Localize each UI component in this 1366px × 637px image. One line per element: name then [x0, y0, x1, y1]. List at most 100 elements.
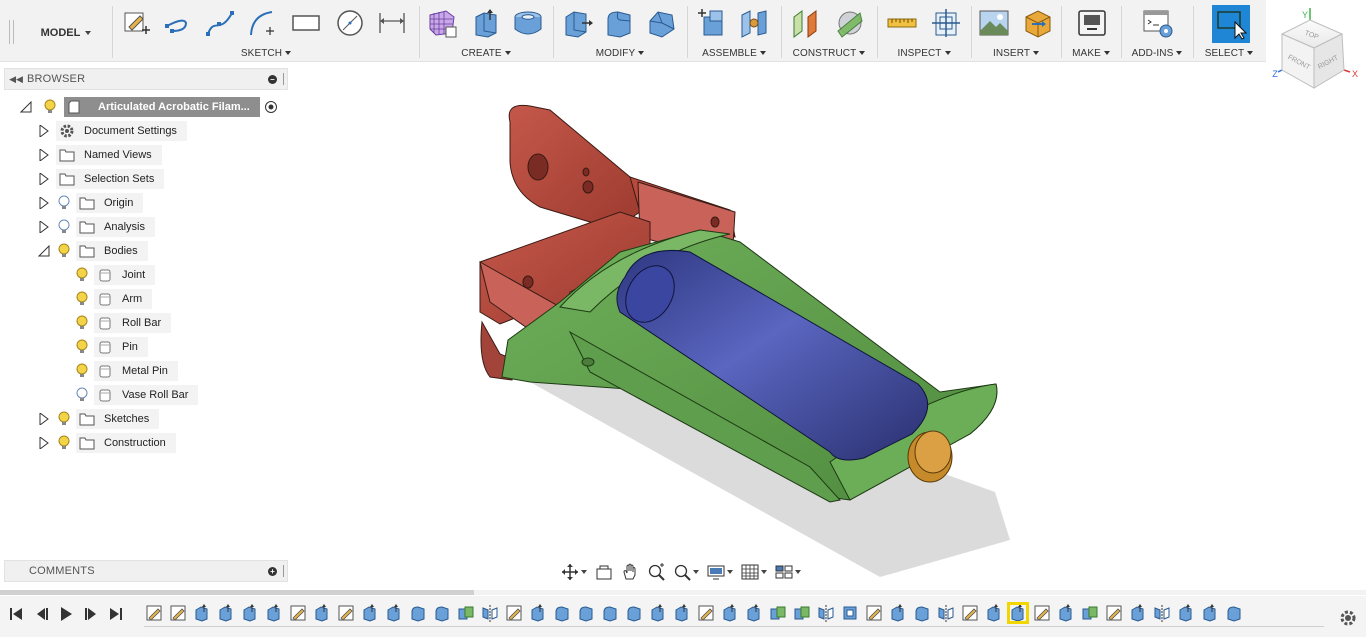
insert-image-icon[interactable]	[978, 6, 1010, 40]
scripts-addins-icon[interactable]	[1142, 6, 1174, 40]
timeline-settings-gear-icon[interactable]	[1338, 608, 1358, 628]
3d-print-icon[interactable]	[1076, 6, 1108, 40]
tree-item[interactable]: Named Views	[0, 145, 290, 165]
tree-item[interactable]: Metal Pin	[0, 361, 290, 381]
timeline-fillet-icon[interactable]	[625, 604, 643, 622]
timeline-extrude-icon[interactable]	[265, 604, 283, 622]
timeline-sketch-icon[interactable]	[289, 604, 307, 622]
form-icon[interactable]	[426, 6, 458, 40]
timeline-extrude-icon[interactable]	[985, 604, 1003, 622]
timeline-fillet-icon[interactable]	[601, 604, 619, 622]
step-back-icon[interactable]	[34, 606, 50, 622]
timeline-fillet-icon[interactable]	[913, 604, 931, 622]
toolbar-grip[interactable]	[9, 20, 14, 44]
timeline-combine-icon[interactable]	[793, 604, 811, 622]
revolve-icon[interactable]	[512, 6, 544, 40]
timeline-extrude-icon[interactable]	[721, 604, 739, 622]
inspect-menu[interactable]: INSPECT	[878, 48, 970, 62]
tree-item[interactable]: Selection Sets	[0, 169, 290, 189]
sketch-menu[interactable]: SKETCH	[114, 48, 418, 62]
tree-item-chip[interactable]: Analysis	[76, 217, 155, 237]
timeline-sketch-icon[interactable]	[961, 604, 979, 622]
modify-menu[interactable]: MODIFY	[554, 48, 686, 62]
tree-item-chip[interactable]: Selection Sets	[56, 169, 164, 189]
arc-icon[interactable]	[246, 6, 278, 40]
timeline-sketch-icon[interactable]	[337, 604, 355, 622]
plane-at-angle-icon[interactable]	[834, 6, 866, 40]
pan-hand-icon[interactable]	[618, 562, 642, 582]
timeline-extrude-icon[interactable]	[193, 604, 211, 622]
collapsed-triangle-icon[interactable]	[38, 149, 50, 161]
tree-item[interactable]: Arm	[0, 289, 290, 309]
tree-root[interactable]: Articulated Acrobatic Filam...	[0, 97, 290, 117]
tree-item-chip[interactable]: Construction	[76, 433, 176, 453]
extrude-icon[interactable]	[470, 6, 502, 40]
tree-item[interactable]: Vase Roll Bar	[0, 385, 290, 405]
timeline-extrude-icon[interactable]	[313, 604, 331, 622]
spline-icon[interactable]	[204, 6, 236, 40]
timeline-sketch-icon[interactable]	[505, 604, 523, 622]
line-icon[interactable]	[162, 6, 194, 40]
timeline-sketch-icon[interactable]	[169, 604, 187, 622]
collapse-panel-icon[interactable]: ◀◀	[5, 74, 27, 85]
insert-mesh-icon[interactable]	[1022, 6, 1054, 40]
timeline-mirror-icon[interactable]	[481, 604, 499, 622]
select-icon[interactable]	[1212, 5, 1250, 43]
collapsed-triangle-icon[interactable]	[38, 413, 50, 425]
timeline-extrude-icon[interactable]	[673, 604, 691, 622]
play-icon[interactable]	[58, 606, 74, 622]
collapsed-triangle-icon[interactable]	[38, 437, 50, 449]
collapsed-triangle-icon[interactable]	[38, 197, 50, 209]
section-analysis-icon[interactable]	[930, 6, 962, 40]
make-menu[interactable]: MAKE	[1062, 48, 1120, 62]
joint-icon[interactable]	[738, 6, 770, 40]
visibility-bulb-on-icon[interactable]	[74, 315, 90, 331]
timeline-sketch-icon[interactable]	[865, 604, 883, 622]
timeline-extrude-icon[interactable]	[1129, 604, 1147, 622]
minus-icon[interactable]: –	[268, 74, 277, 84]
timeline-fillet-icon[interactable]	[553, 604, 571, 622]
tree-item[interactable]: Pin	[0, 337, 290, 357]
timeline-combine-icon[interactable]	[769, 604, 787, 622]
timeline-extrude-icon[interactable]	[1201, 604, 1219, 622]
visibility-bulb-off-icon[interactable]	[74, 387, 90, 403]
timeline-shell-icon[interactable]	[841, 604, 859, 622]
3d-viewport[interactable]	[290, 62, 1366, 590]
create-sketch-icon[interactable]	[120, 6, 152, 40]
panel-grip[interactable]	[283, 73, 285, 85]
tree-item-chip[interactable]: Named Views	[56, 145, 162, 165]
tree-item-chip[interactable]: Arm	[94, 289, 152, 309]
visibility-bulb-on-icon[interactable]	[56, 411, 72, 427]
timeline-fillet-icon[interactable]	[1225, 604, 1243, 622]
timeline-combine-icon[interactable]	[457, 604, 475, 622]
timeline-extrude-icon[interactable]	[1057, 604, 1075, 622]
tree-item[interactable]: Bodies	[0, 241, 290, 261]
tree-item-chip[interactable]: Bodies	[76, 241, 148, 261]
timeline-fillet-icon[interactable]	[577, 604, 595, 622]
timeline-scroll-thumb[interactable]	[0, 590, 474, 595]
viewports-icon[interactable]	[772, 562, 804, 582]
tree-item[interactable]: Document Settings	[0, 121, 290, 141]
visibility-bulb-on-icon[interactable]	[74, 267, 90, 283]
timeline-mirror-icon[interactable]	[937, 604, 955, 622]
tree-item-chip[interactable]: Metal Pin	[94, 361, 178, 381]
orbit-icon[interactable]	[558, 562, 590, 582]
add-comment-icon[interactable]: +	[268, 566, 277, 576]
activate-radio-icon[interactable]	[263, 99, 279, 115]
timeline-extrude-icon[interactable]	[1007, 602, 1029, 624]
collapsed-triangle-icon[interactable]	[38, 221, 50, 233]
skip-to-end-icon[interactable]	[108, 606, 124, 622]
timeline-extrude-icon[interactable]	[529, 604, 547, 622]
press-pull-icon[interactable]	[562, 6, 594, 40]
rectangle-icon[interactable]	[290, 6, 322, 40]
tree-item[interactable]: Construction	[0, 433, 290, 453]
timeline-extrude-icon[interactable]	[361, 604, 379, 622]
add-ins-menu[interactable]: ADD-INS	[1122, 48, 1192, 62]
workspace-switcher[interactable]: MODEL	[24, 22, 108, 44]
create-menu[interactable]: CREATE	[420, 48, 552, 62]
timeline-fillet-icon[interactable]	[433, 604, 451, 622]
timeline-mirror-icon[interactable]	[1153, 604, 1171, 622]
visibility-bulb-on-icon[interactable]	[56, 435, 72, 451]
construct-menu[interactable]: CONSTRUCT	[782, 48, 876, 62]
grid-settings-icon[interactable]	[738, 562, 770, 582]
